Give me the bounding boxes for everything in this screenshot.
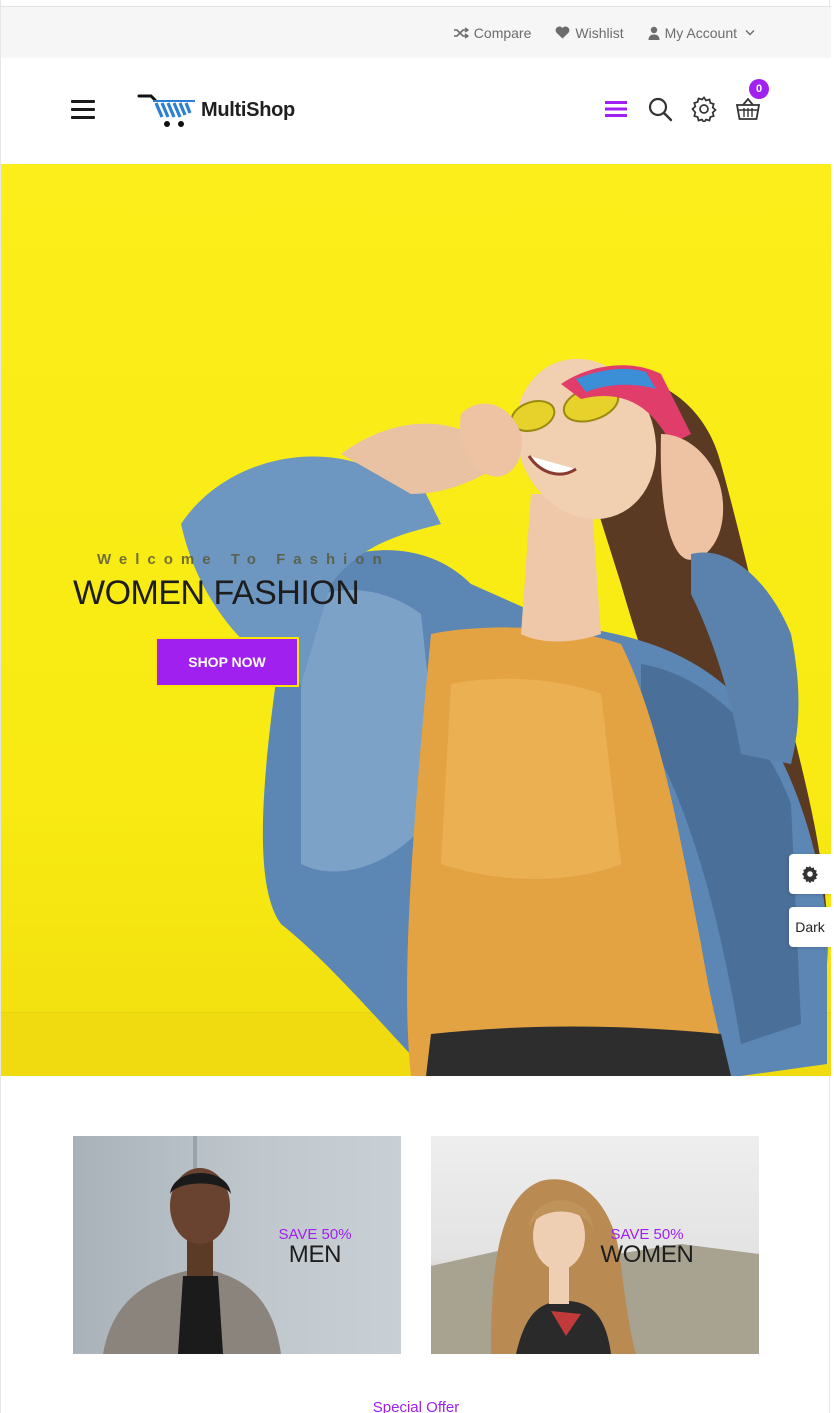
men-banner[interactable]: SAVE 50% MEN — [73, 1136, 401, 1354]
chevron-down-icon — [745, 30, 755, 36]
gear-icon — [802, 866, 818, 883]
account-dropdown[interactable]: My Account — [648, 25, 755, 41]
search-icon[interactable] — [647, 96, 673, 122]
hero-model-image — [181, 358, 828, 1076]
hero-title: WOMEN FASHION — [73, 574, 360, 612]
heart-icon — [556, 26, 570, 39]
wishlist-label: Wishlist — [575, 24, 624, 41]
compare-link[interactable]: Compare — [453, 24, 532, 41]
list-menu-icon[interactable] — [603, 96, 629, 122]
dark-mode-toggle[interactable]: Dark — [789, 907, 831, 947]
men-category-label: MEN — [288, 1241, 342, 1268]
shuffle-icon — [453, 26, 469, 39]
site-header: MultiShop 0 — [1, 58, 831, 164]
cart-button[interactable]: 0 — [735, 79, 769, 122]
compare-label: Compare — [473, 24, 532, 41]
header-actions: 0 — [585, 79, 769, 122]
account-label: My Account — [664, 24, 737, 41]
site-logo[interactable]: MultiShop — [137, 92, 295, 128]
hero-subtitle: Welcome To Fashion — [97, 551, 390, 568]
user-icon — [648, 26, 660, 40]
wishlist-link[interactable]: Wishlist — [555, 24, 624, 41]
hero-text: Welcome To Fashion WOMEN FASHION SHOP NO… — [73, 551, 453, 687]
women-banner[interactable]: SAVE 50% WOMEN — [431, 1136, 759, 1354]
logo-cart-icon — [137, 94, 195, 127]
logo-text: MultiShop — [201, 98, 295, 121]
settings-toggle-button[interactable] — [789, 854, 831, 894]
basket-icon — [735, 97, 761, 120]
menu-icon[interactable] — [71, 100, 95, 120]
cart-count-badge: 0 — [749, 79, 769, 99]
women-banner-text: SAVE 50% WOMEN — [591, 1226, 703, 1269]
special-offer-heading: Special Offer — [372, 1399, 460, 1413]
top-bar: Compare Wishlist My Account — [1, 6, 831, 58]
gear-icon[interactable] — [691, 96, 717, 122]
women-category-label: WOMEN — [600, 1241, 694, 1268]
shop-now-button[interactable]: SHOP NOW — [155, 637, 299, 687]
page: Compare Wishlist My Account MultiShop 0 … — [0, 0, 831, 1413]
hero-banner: Welcome To Fashion WOMEN FASHION SHOP NO… — [1, 164, 831, 1076]
men-banner-text: SAVE 50% MEN — [261, 1226, 369, 1269]
